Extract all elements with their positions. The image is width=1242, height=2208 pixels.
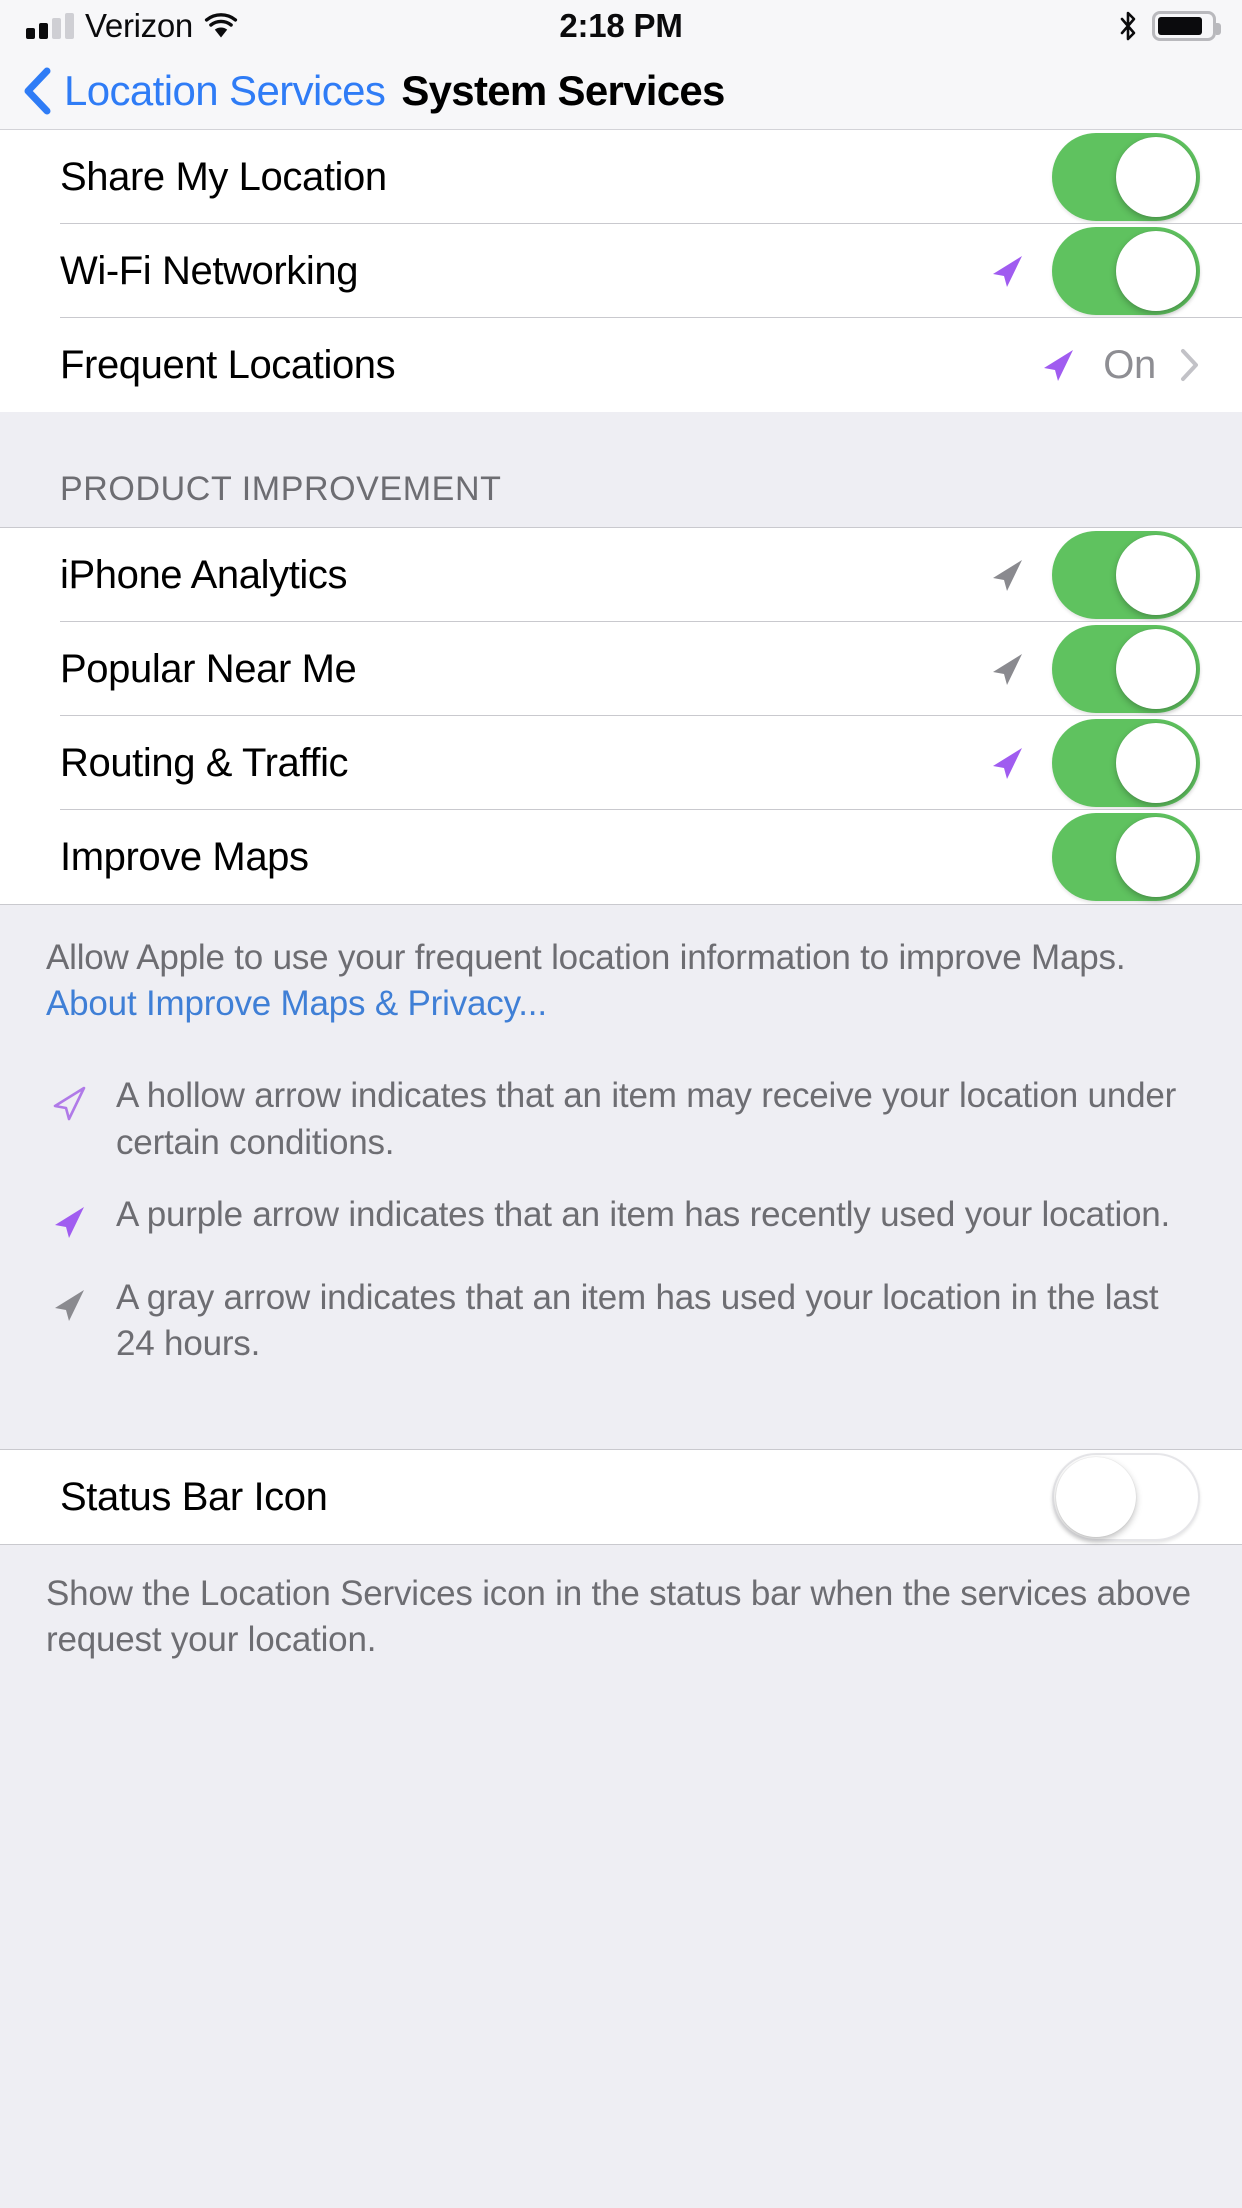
row-label: iPhone Analytics (60, 552, 348, 597)
row-popular-near-me[interactable]: Popular Near Me (0, 622, 1242, 716)
popular-near-me-switch[interactable] (1052, 625, 1200, 713)
wifi-networking-switch[interactable] (1052, 227, 1200, 315)
row-accessory: On (1035, 343, 1200, 388)
location-arrow-purple-icon (993, 748, 1022, 779)
frequent-locations-value: On (1103, 342, 1156, 387)
bluetooth-icon (1120, 11, 1136, 41)
iphone-analytics-switch[interactable] (1052, 531, 1200, 619)
row-routing-and-traffic[interactable]: Routing & Traffic (0, 716, 1242, 810)
share-my-location-switch[interactable] (1052, 133, 1200, 221)
about-improve-maps-privacy-link[interactable]: About Improve Maps & Privacy... (46, 984, 547, 1023)
back-button[interactable]: Location Services (22, 66, 386, 115)
location-arrow-purple-icon (993, 256, 1022, 287)
row-accessory (1052, 813, 1200, 901)
row-status-bar-icon[interactable]: Status Bar Icon (0, 1450, 1242, 1545)
cellular-signal-icon (26, 13, 74, 39)
navigation-bar: Location Services System Services (0, 52, 1242, 130)
legend-text: A gray arrow indicates that an item has … (116, 1277, 1159, 1363)
row-accessory (984, 625, 1200, 713)
row-wifi-networking[interactable]: Wi-Fi Networking (0, 224, 1242, 318)
legend-spacer (0, 1393, 1242, 1450)
status-bar-left: Verizon (26, 7, 238, 45)
row-accessory (1052, 1453, 1200, 1542)
footer-status-bar-icon: Show the Location Services icon in the s… (0, 1545, 1242, 1664)
product-improvement-header-area: PRODUCT IMPROVEMENT (0, 412, 1242, 528)
arrow-legend: A hollow arrow indicates that an item ma… (0, 1027, 1242, 1368)
location-arrow-purple-icon (1044, 350, 1074, 381)
row-accessory (984, 719, 1200, 807)
location-arrow-gray-icon (993, 654, 1022, 685)
improve-maps-switch[interactable] (1052, 813, 1200, 901)
page-title: System Services (401, 66, 725, 114)
back-button-label: Location Services (64, 66, 386, 114)
legend-item-hollow: A hollow arrow indicates that an item ma… (46, 1073, 1196, 1165)
chevron-left-icon (24, 67, 51, 114)
row-accessory (1052, 133, 1200, 221)
status-bar-icon-switch[interactable] (1052, 1453, 1200, 1542)
location-arrow-purple-icon (46, 1192, 92, 1249)
legend-text: A hollow arrow indicates that an item ma… (116, 1076, 1177, 1162)
row-iphone-analytics[interactable]: iPhone Analytics (0, 528, 1242, 622)
row-accessory (984, 227, 1200, 315)
status-bar: Verizon 2:18 PM (0, 0, 1242, 52)
section-top-services: Share My Location Wi-Fi Networking Frequ… (0, 130, 1242, 412)
section-product-improvement: iPhone Analytics Popular Near Me Routing… (0, 528, 1242, 904)
row-label: Improve Maps (60, 834, 309, 879)
row-label: Status Bar Icon (60, 1474, 328, 1519)
chevron-right-icon (1181, 349, 1198, 381)
row-frequent-locations[interactable]: Frequent Locations On (0, 318, 1242, 412)
section-header-product-improvement: PRODUCT IMPROVEMENT (0, 412, 1242, 527)
row-label: Wi-Fi Networking (60, 248, 359, 293)
row-improve-maps[interactable]: Improve Maps (0, 810, 1242, 904)
routing-and-traffic-switch[interactable] (1052, 719, 1200, 807)
legend-item-purple: A purple arrow indicates that an item ha… (46, 1192, 1196, 1249)
row-share-my-location[interactable]: Share My Location (0, 130, 1242, 224)
footer-text: Show the Location Services icon in the s… (46, 1574, 1191, 1660)
battery-icon (1152, 11, 1221, 41)
row-label: Routing & Traffic (60, 740, 349, 785)
status-bar-right (1118, 11, 1221, 41)
location-arrow-gray-icon (46, 1275, 92, 1332)
row-accessory (984, 531, 1200, 619)
row-label: Popular Near Me (60, 646, 357, 691)
row-label: Frequent Locations (60, 342, 396, 387)
section-status-bar-icon: Status Bar Icon (0, 1449, 1242, 1546)
row-label: Share My Location (60, 154, 387, 199)
legend-text: A purple arrow indicates that an item ha… (116, 1194, 1171, 1234)
location-arrow-hollow-icon (46, 1073, 92, 1130)
footer-improve-maps: Allow Apple to use your frequent locatio… (0, 904, 1242, 1028)
footer-text: Allow Apple to use your frequent locatio… (46, 938, 1126, 977)
carrier-label: Verizon (85, 7, 193, 44)
location-arrow-gray-icon (993, 560, 1022, 591)
legend-item-gray: A gray arrow indicates that an item has … (46, 1275, 1196, 1367)
wifi-icon (204, 13, 238, 38)
